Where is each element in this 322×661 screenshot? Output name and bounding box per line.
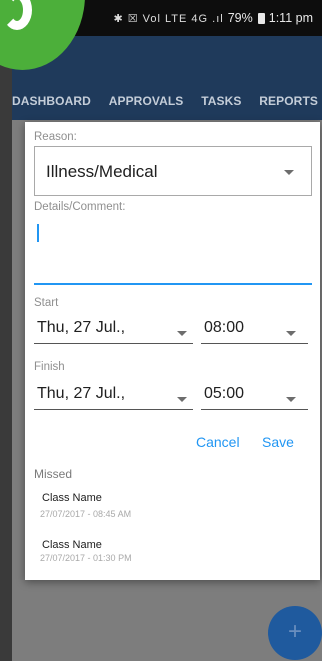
tab-tasks[interactable]: TASKS <box>201 94 241 108</box>
side-gutter <box>0 0 12 661</box>
chevron-down-icon <box>177 397 187 402</box>
text-cursor <box>37 224 39 242</box>
leave-request-dialog: Reason: Illness/Medical Details/Comment:… <box>25 122 320 580</box>
missed-item-name: Class Name <box>42 539 102 551</box>
battery-level: 79% <box>227 11 253 25</box>
save-button[interactable]: Save <box>262 434 294 450</box>
reason-value: Illness/Medical <box>46 162 158 181</box>
comment-field[interactable] <box>34 217 312 285</box>
reason-dropdown[interactable]: Illness/Medical <box>34 146 312 196</box>
start-time-value: 08:00 <box>204 319 245 336</box>
chevron-down-icon <box>177 331 187 336</box>
comment-label: Details/Comment: <box>34 201 126 213</box>
tab-reports[interactable]: REPORTS <box>259 94 318 108</box>
start-date-field[interactable]: Thu, 27 Jul., <box>34 316 193 344</box>
missed-item-time: 27/07/2017 - 08:45 AM <box>40 509 132 519</box>
finish-time-value: 05:00 <box>204 385 245 402</box>
chevron-down-icon <box>286 331 296 336</box>
tab-approvals[interactable]: APPROVALS <box>109 94 184 108</box>
chevron-down-icon <box>286 397 296 402</box>
start-label: Start <box>34 297 59 309</box>
add-button[interactable]: + <box>268 606 322 660</box>
finish-time-field[interactable]: 05:00 <box>201 382 308 410</box>
tab-dashboard[interactable]: DASHBOARD <box>12 94 91 108</box>
comment-underline <box>34 283 312 285</box>
finish-date-value: Thu, 27 Jul., <box>37 385 126 402</box>
status-icons: ✱ ☒ Vol LTE 4G .ıl <box>113 12 224 25</box>
logo-mark-icon <box>2 0 32 30</box>
chevron-down-icon <box>284 170 294 175</box>
finish-label: Finish <box>34 361 65 373</box>
missed-label: Missed <box>34 467 73 481</box>
tab-bar: DASHBOARD APPROVALS TASKS REPORTS <box>0 94 322 108</box>
missed-item-time: 27/07/2017 - 01:30 PM <box>40 553 132 563</box>
cancel-button[interactable]: Cancel <box>196 434 240 450</box>
finish-date-field[interactable]: Thu, 27 Jul., <box>34 382 193 410</box>
reason-label: Reason: <box>34 131 77 143</box>
clock: 1:11 pm <box>268 11 313 25</box>
start-date-value: Thu, 27 Jul., <box>37 319 126 336</box>
missed-item-name: Class Name <box>42 492 102 504</box>
plus-icon: + <box>287 618 302 645</box>
battery-icon <box>257 12 265 24</box>
start-time-field[interactable]: 08:00 <box>201 316 308 344</box>
app-screen: DASHBOARD APPROVALS TASKS REPORTS ✱ ☒ Vo… <box>0 0 322 661</box>
